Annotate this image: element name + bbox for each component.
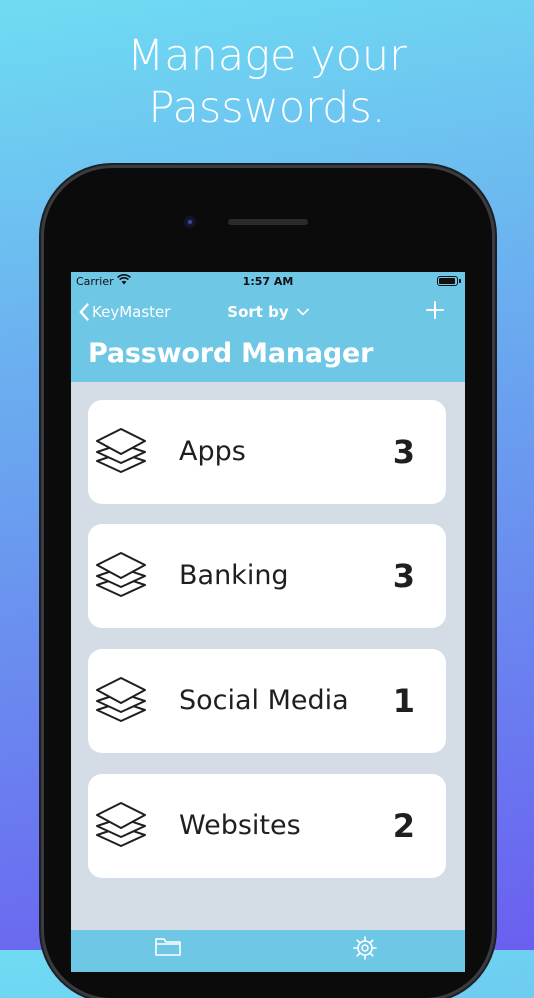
category-label: Websites <box>179 810 301 841</box>
category-count: 3 <box>392 557 415 595</box>
earpiece-speaker <box>228 219 308 225</box>
status-time: 1:57 AM <box>242 275 294 288</box>
category-label: Apps <box>179 436 246 467</box>
category-card-banking[interactable]: Banking 3 <box>88 524 446 628</box>
category-card-social-media[interactable]: Social Media 1 <box>88 649 446 753</box>
status-bar: Carrier 1:57 AM <box>71 272 465 292</box>
category-label: Banking <box>179 560 289 591</box>
folder-icon[interactable] <box>155 936 181 956</box>
battery-icon <box>437 276 461 286</box>
layers-icon <box>96 428 146 473</box>
category-card-websites[interactable]: Websites 2 <box>88 774 446 878</box>
category-label: Social Media <box>179 685 349 716</box>
layers-icon <box>96 552 146 597</box>
gear-icon[interactable] <box>353 936 377 960</box>
chevron-down-icon <box>296 308 309 316</box>
navigation-bar: Carrier 1:57 AM KeyMaster Sort by Passwo… <box>71 272 465 382</box>
category-card-apps[interactable]: Apps 3 <box>88 400 446 504</box>
layers-icon <box>96 802 146 847</box>
front-camera <box>184 216 196 228</box>
sort-by-label: Sort by <box>227 303 289 321</box>
category-count: 1 <box>392 682 415 720</box>
back-button-label: KeyMaster <box>92 303 171 321</box>
page-title: Password Manager <box>88 338 374 369</box>
category-count: 2 <box>392 807 415 845</box>
sort-by-button[interactable]: Sort by <box>227 303 309 321</box>
category-count: 3 <box>392 433 415 471</box>
plus-icon[interactable] <box>426 301 444 319</box>
power-button <box>492 342 497 402</box>
tab-bar <box>71 930 465 972</box>
promo-headline: Manage your Passwords. <box>0 30 534 134</box>
chevron-left-icon <box>79 303 89 321</box>
layers-icon <box>96 677 146 722</box>
app-screen: Carrier 1:57 AM KeyMaster Sort by Passwo… <box>71 272 465 972</box>
promo-headline-line1: Manage your <box>127 31 407 81</box>
promo-headline-line2: Passwords. <box>148 83 386 133</box>
back-button[interactable]: KeyMaster <box>79 301 170 323</box>
